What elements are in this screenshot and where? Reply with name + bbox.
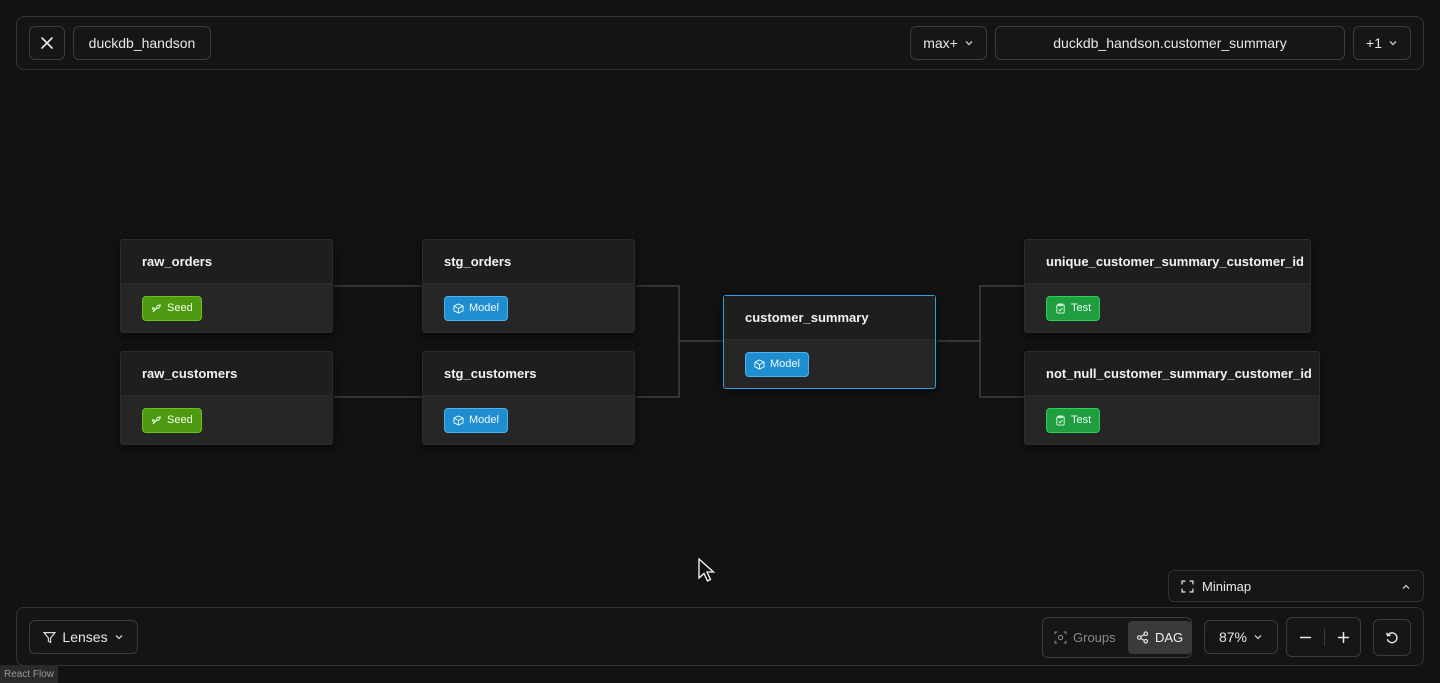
rotate-ccw-icon (1386, 631, 1398, 643)
edge-stg-orders-customer-summary (636, 285, 723, 342)
cube-icon (453, 302, 464, 314)
node-stg-orders[interactable]: stg_orders Model (422, 239, 635, 333)
extra-selection-button[interactable]: +1 (1353, 26, 1411, 60)
dag-toggle[interactable]: DAG (1128, 621, 1192, 654)
minus-icon (1299, 636, 1312, 638)
reset-view-button[interactable] (1373, 619, 1411, 656)
minimap-label: Minimap (1202, 578, 1252, 594)
clipboard-check-icon (1056, 303, 1065, 314)
badge-label: Seed (167, 414, 193, 426)
model-badge: Model (444, 295, 508, 321)
badge-label: Model (469, 414, 499, 426)
zoom-level-selector[interactable]: 87% (1204, 620, 1278, 654)
badge-label: Test (1071, 302, 1092, 314)
node-title: unique_customer_summary_customer_id (1025, 240, 1310, 284)
badge-label: Seed (167, 302, 193, 314)
plus-icon (1337, 631, 1349, 643)
selected-model-selector[interactable]: duckdb_handson.customer_summary (995, 26, 1345, 60)
group-select-icon (1054, 631, 1067, 644)
project-name: duckdb_handson (88, 35, 196, 51)
model-badge: Model (745, 351, 809, 377)
groups-label: Groups (1073, 630, 1116, 645)
groups-toggle[interactable]: Groups (1046, 621, 1124, 654)
close-button[interactable] (29, 26, 65, 60)
node-not-null-test[interactable]: not_null_customer_summary_customer_id Te… (1024, 351, 1320, 445)
project-button[interactable]: duckdb_handson (73, 26, 211, 60)
lenses-button[interactable]: Lenses (29, 620, 138, 654)
lenses-label: Lenses (62, 629, 108, 645)
zoom-out-button[interactable] (1287, 618, 1324, 656)
node-title: customer_summary (724, 296, 935, 340)
node-title: raw_customers (121, 352, 332, 396)
depth-selector-label: max+ (923, 35, 958, 51)
edge-customer-summary-not-null-test (937, 340, 1024, 398)
chevron-up-icon (1402, 584, 1410, 589)
chevron-down-icon (115, 635, 123, 640)
react-flow-attribution[interactable]: React Flow (0, 665, 59, 683)
minimap-toggle[interactable]: Minimap (1168, 570, 1424, 602)
node-title: stg_orders (423, 240, 634, 284)
edge-stg-customers-customer-summary (636, 340, 723, 398)
filter-icon (43, 631, 57, 643)
node-title: raw_orders (121, 240, 332, 284)
chevron-down-icon (1389, 41, 1397, 46)
edge-customer-summary-unique-test (937, 285, 1024, 342)
badge-label: Model (770, 358, 800, 370)
cube-icon (754, 358, 765, 370)
node-raw-orders[interactable]: raw_orders Seed (120, 239, 333, 333)
close-icon (41, 37, 53, 49)
chevron-down-icon (965, 41, 973, 46)
mouse-cursor-icon (698, 558, 716, 582)
model-badge: Model (444, 407, 508, 433)
zoom-in-button[interactable] (1325, 618, 1361, 656)
share-nodes-icon (1136, 631, 1149, 644)
chevron-down-icon (1254, 635, 1262, 640)
seed-badge: Seed (142, 407, 202, 433)
extra-selection-label: +1 (1366, 35, 1382, 51)
seedling-icon (152, 303, 161, 313)
node-customer-summary[interactable]: customer_summary Model (723, 295, 936, 389)
node-title: stg_customers (423, 352, 634, 396)
badge-label: Test (1071, 414, 1092, 426)
clipboard-check-icon (1056, 415, 1065, 426)
test-badge: Test (1046, 407, 1101, 433)
node-unique-test[interactable]: unique_customer_summary_customer_id Test (1024, 239, 1311, 333)
dag-label: DAG (1155, 630, 1184, 645)
selected-model-label: duckdb_handson.customer_summary (1053, 35, 1287, 51)
cube-icon (453, 414, 464, 426)
zoom-level: 87% (1218, 629, 1248, 645)
zoom-controls (1286, 617, 1361, 657)
seedling-icon (152, 415, 161, 425)
seed-badge: Seed (142, 295, 202, 321)
badge-label: Model (469, 302, 499, 314)
fullscreen-icon (1181, 579, 1194, 593)
depth-selector[interactable]: max+ (910, 26, 987, 60)
node-raw-customers[interactable]: raw_customers Seed (120, 351, 333, 445)
node-title: not_null_customer_summary_customer_id (1025, 352, 1319, 396)
test-badge: Test (1046, 295, 1101, 321)
view-mode-toggle: Groups DAG (1042, 617, 1192, 658)
node-stg-customers[interactable]: stg_customers Model (422, 351, 635, 445)
